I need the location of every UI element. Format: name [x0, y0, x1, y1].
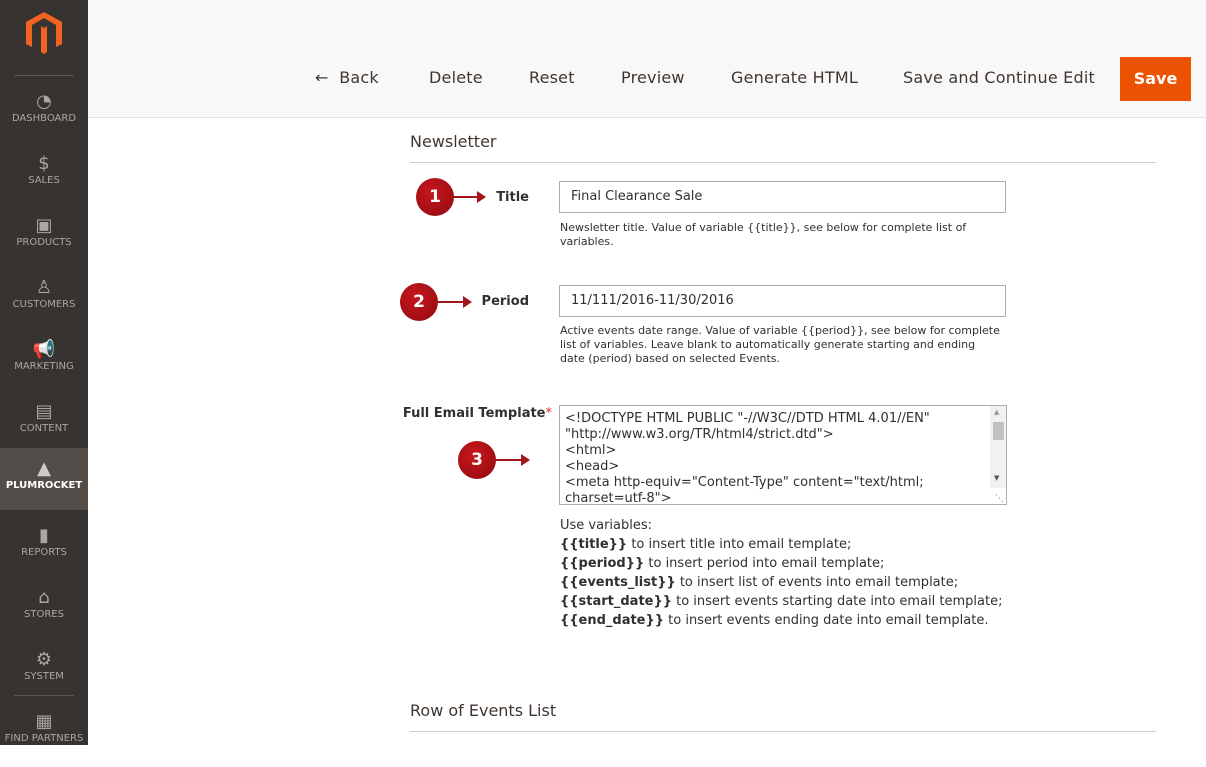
- back-button[interactable]: ← Back: [315, 68, 379, 87]
- resize-handle-icon[interactable]: ⋱: [995, 494, 1004, 504]
- variable-desc: to insert period into email template;: [644, 556, 885, 571]
- sidebar-item-label: DASHBOARD: [11, 113, 77, 124]
- bar-chart-icon: ▮: [39, 525, 49, 546]
- sidebar-item-label: PLUMROCKET: [5, 480, 83, 491]
- variable-row: {{title}} to insert title into email tem…: [560, 535, 1002, 554]
- page-actions-bar: [88, 0, 1206, 118]
- variable-row: {{end_date}} to insert events ending dat…: [560, 611, 1002, 630]
- gear-icon: ⚙: [35, 649, 53, 670]
- divider: [14, 695, 74, 696]
- variable-row: {{period}} to insert period into email t…: [560, 554, 1002, 573]
- variable-desc: to insert events starting date into emai…: [671, 594, 1003, 609]
- callout-badge-3: 3: [458, 441, 496, 479]
- sidebar-item-label: CONTENT: [19, 423, 69, 434]
- scrollbar-thumb[interactable]: [993, 422, 1004, 440]
- variable-row: {{events_list}} to insert list of events…: [560, 573, 1002, 592]
- variable-desc: to insert title into email template;: [627, 537, 852, 552]
- preview-button[interactable]: Preview: [621, 68, 685, 87]
- generate-html-button[interactable]: Generate HTML: [731, 68, 858, 87]
- back-label: Back: [339, 68, 379, 87]
- sidebar-item-products[interactable]: ▣ PRODUCTS: [0, 209, 88, 271]
- variable-desc: to insert list of events into email temp…: [675, 575, 959, 590]
- divider: [410, 162, 1156, 163]
- sidebar-item-label: STORES: [24, 609, 64, 620]
- layout-icon: ▤: [35, 401, 53, 422]
- sidebar-item-plumrocket[interactable]: ▲ PLUMROCKET: [0, 448, 88, 510]
- sidebar-item-dashboard[interactable]: ◔ DASHBOARD: [0, 85, 88, 147]
- sidebar-item-customers[interactable]: ♙ CUSTOMERS: [0, 271, 88, 333]
- variable-name: {{start_date}}: [560, 594, 672, 609]
- vars-heading: Use variables:: [560, 518, 653, 533]
- title-input[interactable]: Final Clearance Sale: [559, 181, 1006, 213]
- template-text: <!DOCTYPE HTML PUBLIC "-//W3C//DTD HTML …: [565, 411, 930, 505]
- template-label: Full Email Template*: [400, 406, 552, 421]
- period-label: Period: [481, 294, 529, 309]
- megaphone-icon: 📢: [32, 339, 56, 360]
- box-icon: ▣: [35, 215, 53, 236]
- variable-name: {{end_date}}: [560, 613, 665, 628]
- divider: [14, 75, 74, 76]
- sidebar-item-label: FIND PARTNERS: [4, 733, 84, 744]
- sidebar-item-label: MARKETING: [14, 361, 74, 372]
- divider: [410, 731, 1156, 732]
- callout-badge-2: 2: [400, 283, 438, 321]
- arrow-right-icon: [494, 454, 530, 466]
- sidebar-item-sales[interactable]: $ SALES: [0, 147, 88, 209]
- sidebar-item-label: CUSTOMERS: [12, 299, 76, 310]
- variable-name: {{period}}: [560, 556, 645, 571]
- email-template-textarea[interactable]: <!DOCTYPE HTML PUBLIC "-//W3C//DTD HTML …: [559, 405, 1007, 505]
- scrollbar[interactable]: ▲ ▼: [990, 406, 1006, 488]
- title-note: Newsletter title. Value of variable {{ti…: [560, 221, 967, 248]
- variable-row: {{start_date}} to insert events starting…: [560, 592, 1002, 611]
- person-icon: ♙: [35, 277, 53, 298]
- save-and-continue-button[interactable]: Save and Continue Edit: [903, 68, 1095, 87]
- section-title[interactable]: Newsletter: [410, 132, 497, 151]
- sidebar-item-reports[interactable]: ▮ REPORTS: [0, 519, 88, 581]
- section-title-events-row[interactable]: Row of Events List: [410, 701, 556, 720]
- variable-name: {{events_list}}: [560, 575, 676, 590]
- reset-button[interactable]: Reset: [529, 68, 575, 87]
- variable-name: {{title}}: [560, 537, 628, 552]
- title-label: Title: [496, 190, 529, 205]
- variable-desc: to insert events ending date into email …: [664, 613, 989, 628]
- sidebar-item-label: SYSTEM: [24, 671, 64, 682]
- lego-icon: ▦: [35, 711, 53, 732]
- dashboard-icon: ◔: [36, 91, 52, 112]
- magento-logo[interactable]: [26, 12, 62, 54]
- sidebar-item-label: SALES: [28, 175, 60, 186]
- dollar-icon: $: [38, 153, 50, 174]
- delete-button[interactable]: Delete: [429, 68, 483, 87]
- required-marker: *: [545, 406, 553, 421]
- store-icon: ⌂: [38, 587, 50, 608]
- sidebar: ◔ DASHBOARD $ SALES ▣ PRODUCTS ♙ CUSTOMERS 📢 MARK…: [0, 0, 88, 745]
- save-button[interactable]: Save: [1120, 57, 1191, 101]
- sidebar-item-find-partners[interactable]: ▦ FIND PARTNERS: [0, 705, 88, 767]
- sidebar-item-stores[interactable]: ⌂ STORES: [0, 581, 88, 643]
- variables-help: Use variables: {{title}} to insert title…: [560, 516, 1002, 630]
- arrow-left-icon: ←: [315, 68, 329, 87]
- pyramid-icon: ▲: [37, 458, 51, 479]
- period-input[interactable]: 11/111/2016-11/30/2016: [559, 285, 1006, 317]
- template-label-text: Full Email Template: [402, 406, 546, 421]
- sidebar-item-label: REPORTS: [21, 547, 67, 558]
- scroll-up-icon[interactable]: ▲: [994, 408, 999, 416]
- scroll-down-icon[interactable]: ▼: [994, 474, 999, 482]
- sidebar-item-label: PRODUCTS: [16, 237, 72, 248]
- sidebar-item-marketing[interactable]: 📢 MARKETING: [0, 333, 88, 395]
- period-note: Active events date range. Value of varia…: [560, 324, 1000, 365]
